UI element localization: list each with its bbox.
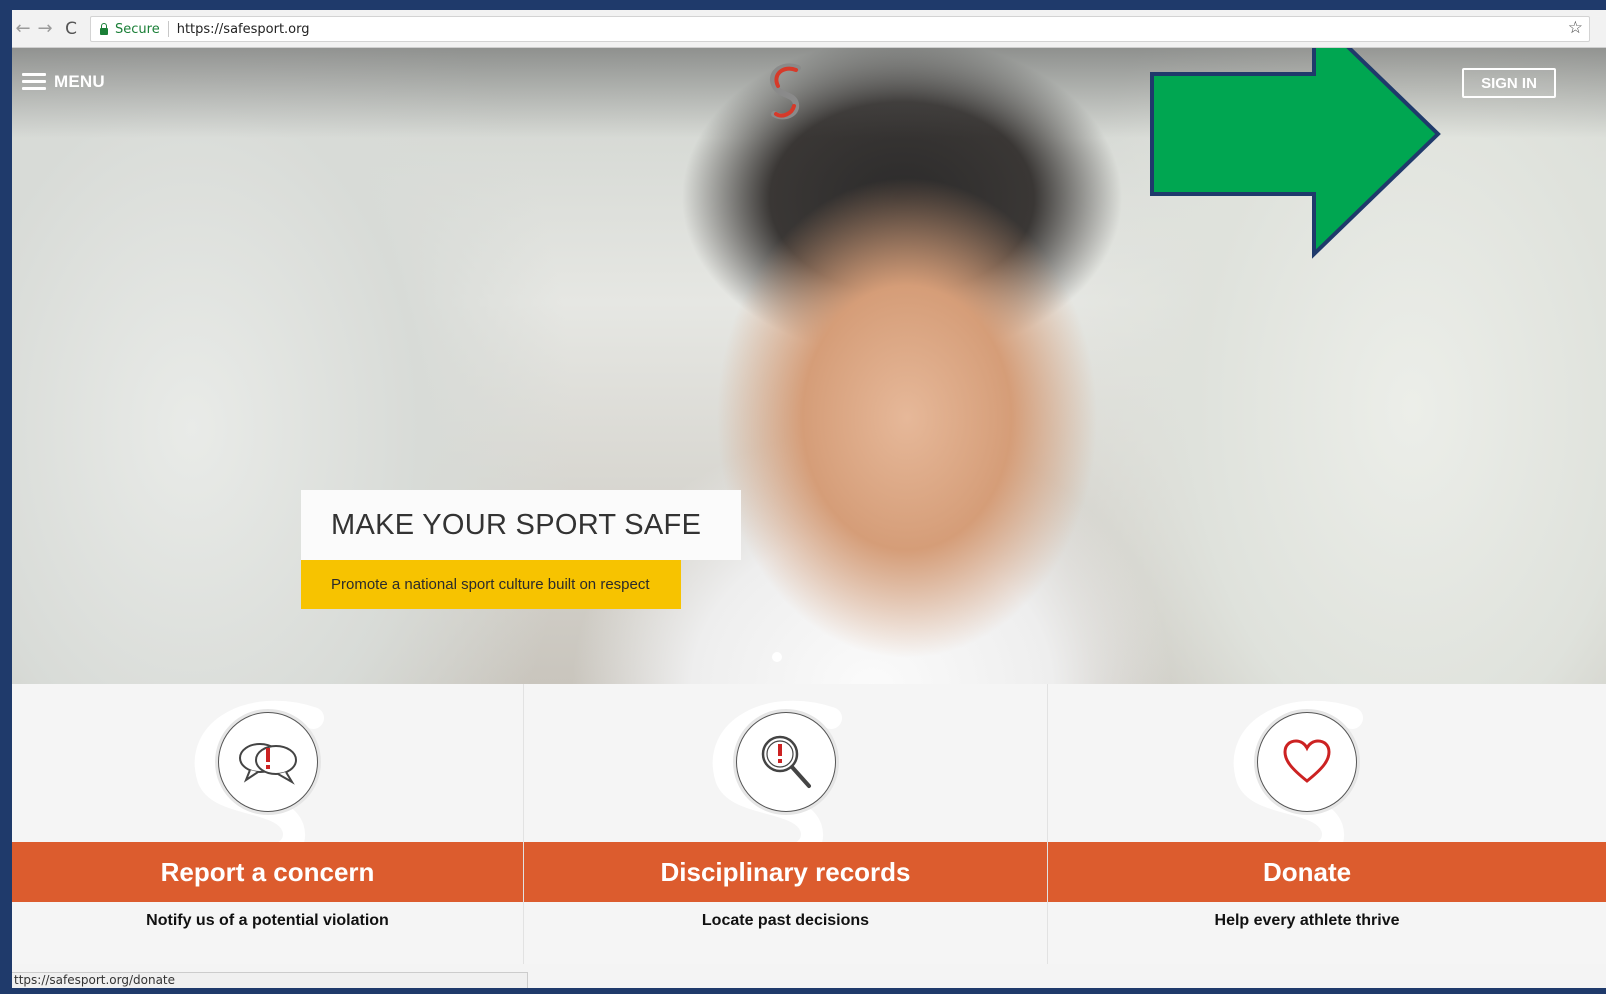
safesport-logo[interactable] [760, 60, 812, 122]
disciplinary-records-card[interactable]: Disciplinary records Locate past decisio… [524, 684, 1048, 964]
speech-bubbles-alert-icon [217, 712, 318, 812]
card-title[interactable]: Disciplinary records [524, 842, 1047, 902]
hero-banner: MENU SIGN IN MAKE YOUR SPORT SAFE Promot… [12, 48, 1606, 684]
back-icon[interactable]: ← [12, 18, 34, 39]
magnifier-alert-icon [735, 712, 836, 812]
annotation-arrow-icon [1150, 48, 1441, 259]
menu-label: MENU [54, 72, 105, 91]
address-divider [167, 21, 169, 37]
secure-label: Secure [115, 21, 160, 37]
donate-card[interactable]: Donate Help every athlete thrive [1048, 684, 1606, 964]
hamburger-icon [22, 73, 46, 91]
url-text[interactable]: https://safesport.org [177, 22, 310, 37]
hero-tagline: Promote a national sport culture built o… [301, 560, 681, 609]
report-concern-card[interactable]: Report a concern Notify us of a potentia… [12, 684, 524, 964]
bookmark-star-icon[interactable]: ☆ [1568, 18, 1583, 38]
address-bar[interactable]: Secure https://safesport.org ☆ [90, 16, 1590, 42]
lock-icon [100, 22, 108, 35]
forward-icon[interactable]: → [34, 18, 56, 39]
card-subtitle: Help every athlete thrive [1214, 912, 1400, 929]
card-subtitle: Notify us of a potential violation [146, 912, 389, 929]
card-title[interactable]: Report a concern [12, 842, 523, 902]
sign-in-button[interactable]: SIGN IN [1462, 68, 1556, 98]
browser-toolbar: ← → C Secure https://safesport.org ☆ [12, 10, 1606, 48]
card-subtitle: Locate past decisions [701, 912, 870, 929]
card-title[interactable]: Donate [1048, 842, 1606, 902]
menu-button[interactable]: MENU [22, 72, 105, 92]
screenshot-frame: ← → C Secure https://safesport.org ☆ MEN… [0, 0, 1606, 994]
reload-icon[interactable]: C [60, 19, 82, 39]
link-status-bar: ttps://safesport.org/donate [12, 972, 528, 988]
heart-icon [1257, 712, 1357, 812]
carousel-dot[interactable] [772, 652, 782, 662]
action-cards: Report a concern Notify us of a potentia… [12, 684, 1606, 964]
hero-headline: MAKE YOUR SPORT SAFE [301, 490, 741, 560]
